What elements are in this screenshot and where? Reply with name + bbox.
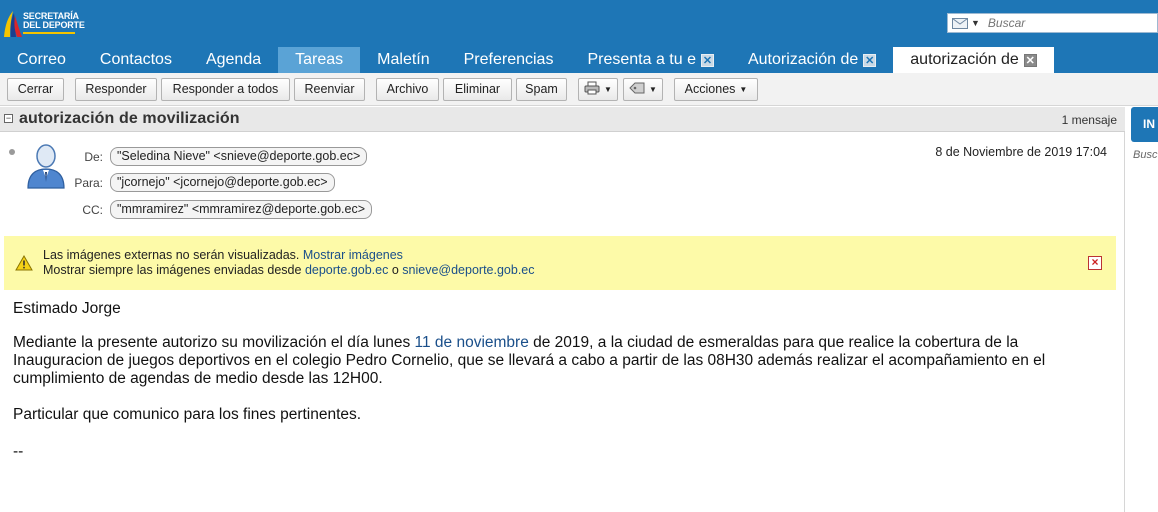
tag-icon — [629, 82, 645, 94]
tab-maletin[interactable]: Maletín — [360, 47, 446, 73]
signature-separator: -- — [13, 443, 24, 460]
external-images-warning: Las imágenes externas no serán visualiza… — [4, 236, 1116, 290]
reply-all-button[interactable]: Responder a todos — [161, 78, 290, 101]
tab-label: Correo — [17, 51, 66, 68]
date-link[interactable]: 11 de noviembre — [415, 334, 529, 351]
message-toolbar: Cerrar Responder Responder a todos Reenv… — [0, 73, 1158, 106]
tab-label: Autorización de — [747, 51, 859, 68]
printer-icon — [584, 81, 600, 95]
side-panel-hint: Busc — [1133, 149, 1158, 161]
show-images-link[interactable]: Mostrar imágenes — [303, 248, 403, 262]
close-tab-icon[interactable]: ✕ — [700, 53, 714, 67]
chevron-down-icon: ▼ — [739, 85, 748, 95]
from-label: De: — [84, 150, 103, 164]
tab-label: Tareas — [295, 51, 344, 68]
paragraph-1: Mediante la presente autorizo su moviliz… — [13, 334, 1113, 352]
search-box[interactable]: ▼ — [947, 13, 1158, 33]
warning-icon — [15, 255, 33, 271]
delete-button[interactable]: Eliminar — [443, 78, 512, 101]
tab-preferencias[interactable]: Preferencias — [447, 47, 571, 73]
print-menu-button[interactable]: ▼ — [578, 78, 618, 101]
tab-tareas[interactable]: Tareas — [278, 47, 361, 73]
main-tabs: Correo Contactos Agenda Tareas Maletín P… — [0, 47, 1054, 73]
warning-or: o — [391, 263, 399, 277]
paragraph-2: Particular que comunico para los fines p… — [13, 406, 362, 423]
actions-label: Acciones — [684, 82, 736, 96]
tab-agenda[interactable]: Agenda — [189, 47, 278, 73]
archive-button[interactable]: Archivo — [376, 78, 439, 101]
cc-address-chip[interactable]: "mmramirez" <mmramirez@deporte.gob.ec> — [110, 200, 373, 219]
tab-label: Preferencias — [463, 51, 554, 68]
cc-label: CC: — [82, 203, 103, 217]
tab-label: autorización de — [910, 51, 1019, 68]
read-status-icon[interactable] — [9, 149, 15, 155]
chevron-down-icon: ▼ — [604, 85, 612, 95]
mail-search-type-icon[interactable] — [952, 17, 968, 29]
tab-contactos[interactable]: Contactos — [83, 47, 189, 73]
top-header: SECRETARÍA DEL DEPORTE ▼ Correo Contacto… — [0, 0, 1158, 73]
forward-button[interactable]: Reenviar — [294, 78, 365, 101]
collapse-icon[interactable]: − — [4, 114, 13, 123]
warning-line-1: Las imágenes externas no serán visualiza… — [43, 248, 403, 262]
tab-label: Presenta a tu e — [587, 51, 696, 68]
warning-text-2: Mostrar siempre las imágenes enviadas de… — [43, 263, 302, 277]
tab-label: Agenda — [205, 51, 262, 68]
paragraph-1-text: Mediante la presente autorizo su moviliz… — [13, 334, 415, 351]
tab-label: Contactos — [99, 51, 172, 68]
warning-text: Las imágenes externas no serán visualiza… — [43, 248, 300, 262]
logo-text: SECRETARÍA DEL DEPORTE — [23, 12, 85, 34]
message-body: Estimado Jorge Mediante la presente auto… — [13, 300, 1113, 461]
greeting: Estimado Jorge — [13, 300, 121, 317]
reply-button[interactable]: Responder — [75, 78, 157, 101]
tab-autorizacion-1[interactable]: Autorización de ✕ — [731, 47, 893, 73]
actions-menu-button[interactable]: Acciones ▼ — [674, 78, 758, 101]
paragraph-1-line-2: Inauguracion de juegos deportivos en el … — [13, 352, 1046, 369]
paragraph-1-text-2: de 2019, a la ciudad de esmeraldas para … — [528, 334, 1019, 351]
tab-presenta[interactable]: Presenta a tu e ✕ — [570, 47, 731, 73]
message-count: 1 mensaje — [1061, 113, 1117, 127]
paragraph-1-line-3: cumplimiento de agendas de medio desde l… — [13, 370, 383, 387]
message-view: − autorización de movilización 1 mensaje… — [0, 107, 1125, 512]
close-icon[interactable]: × — [1088, 256, 1102, 270]
always-show-domain-link[interactable]: deporte.gob.ec — [305, 263, 388, 277]
tag-menu-button[interactable]: ▼ — [623, 78, 663, 101]
flag-logo-icon — [4, 11, 22, 37]
always-show-sender-link[interactable]: snieve@deporte.gob.ec — [402, 263, 534, 277]
tab-label: Maletín — [377, 51, 430, 68]
spam-button[interactable]: Spam — [516, 78, 567, 101]
side-panel-button[interactable]: IN — [1131, 107, 1158, 142]
to-label: Para: — [74, 176, 103, 190]
contact-avatar-icon[interactable] — [24, 142, 68, 190]
secretaria-del-deporte-logo[interactable]: SECRETARÍA DEL DEPORTE — [0, 6, 90, 40]
conversation-header: − autorización de movilización 1 mensaje — [0, 107, 1125, 132]
tab-autorizacion-current[interactable]: autorización de ✕ — [893, 47, 1054, 73]
chevron-down-icon: ▼ — [649, 85, 657, 95]
logo-line2: DEL DEPORTE — [23, 20, 85, 30]
message-subject: autorización de movilización — [19, 110, 240, 127]
chevron-down-icon[interactable]: ▼ — [971, 18, 980, 28]
from-address-chip[interactable]: "Seledina Nieve" <snieve@deporte.gob.ec> — [110, 147, 368, 166]
to-address-chip[interactable]: "jcornejo" <jcornejo@deporte.gob.ec> — [110, 173, 335, 192]
warning-line-2: Mostrar siempre las imágenes enviadas de… — [43, 263, 535, 277]
close-tab-icon[interactable]: ✕ — [1023, 53, 1037, 67]
tab-correo[interactable]: Correo — [0, 47, 83, 73]
close-tab-icon[interactable]: ✕ — [863, 53, 877, 67]
message-date: 8 de Noviembre de 2019 17:04 — [935, 145, 1107, 159]
logo-underline — [23, 32, 75, 34]
close-button[interactable]: Cerrar — [7, 78, 64, 101]
search-input[interactable] — [987, 16, 1148, 30]
